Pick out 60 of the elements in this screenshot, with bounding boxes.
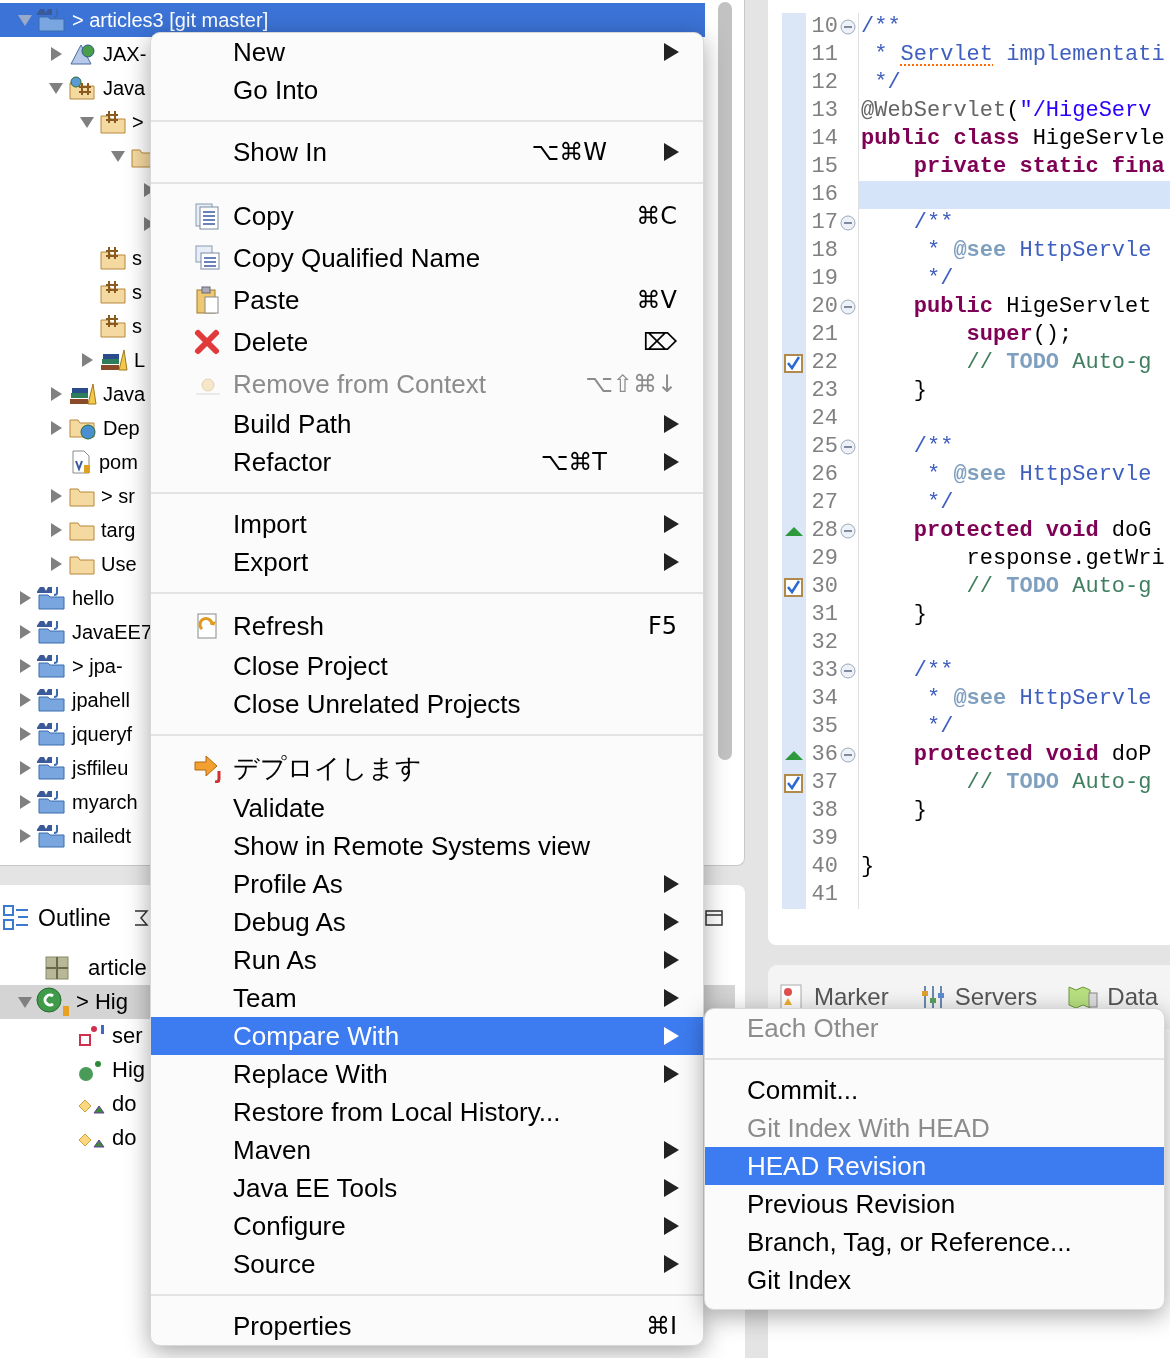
code-line: * @see HttpServle: [926, 464, 1152, 486]
code-line: private static fina: [912, 156, 1165, 178]
line-number: 33: [810, 660, 838, 682]
line-number: 13: [810, 100, 838, 122]
line-number: 37: [810, 772, 838, 794]
line-number: 15: [810, 156, 838, 178]
line-number: 26: [810, 464, 838, 486]
code-line: public class HigeServle: [861, 128, 1165, 150]
code-line: */: [926, 492, 954, 514]
code-line: */: [926, 268, 954, 290]
panel-title: Outline: [38, 903, 111, 933]
code-line: }: [912, 604, 927, 626]
code-line: protected void doG: [912, 520, 1152, 542]
code-line: public HigeServlet: [912, 296, 1152, 318]
code-line: */: [873, 72, 901, 94]
code-line: /**: [912, 212, 954, 234]
code-line: }: [912, 800, 927, 822]
code-line: // TODO Auto-g: [965, 352, 1152, 374]
line-number: 22: [810, 352, 838, 374]
line-number: 23: [810, 380, 838, 402]
line-number: 40: [810, 856, 838, 878]
code-line: /**: [912, 660, 954, 682]
line-number: 32: [810, 632, 838, 654]
line-number: 12: [810, 72, 838, 94]
line-number: 39: [810, 828, 838, 850]
line-number: 18: [810, 240, 838, 262]
code-line: protected void doP: [912, 744, 1152, 766]
line-number: 31: [810, 604, 838, 626]
code-line: /**: [861, 16, 901, 38]
line-number: 34: [810, 688, 838, 710]
code-line: // TODO Auto-g: [965, 772, 1152, 794]
code-line: /**: [912, 436, 954, 458]
code-line: }: [912, 380, 927, 402]
line-number: 41: [810, 884, 838, 906]
line-number: 25: [810, 436, 838, 458]
code-line: */: [926, 716, 954, 738]
code-line: @WebServlet("/HigeServ: [861, 100, 1152, 122]
line-number: 36: [810, 744, 838, 766]
line-number: 10: [810, 16, 838, 38]
line-number: 16: [810, 184, 838, 206]
line-number: 17: [810, 212, 838, 234]
code-line: * Servlet implementati: [873, 44, 1165, 66]
code-line: // TODO Auto-g: [965, 576, 1152, 598]
line-number: 38: [810, 800, 838, 822]
line-number: 20: [810, 296, 838, 318]
line-number: 35: [810, 716, 838, 738]
code-line: super();: [965, 324, 1073, 346]
code-line: * @see HttpServle: [926, 240, 1152, 262]
line-number: 29: [810, 548, 838, 570]
line-number: 28: [810, 520, 838, 542]
code-line: response.getWri: [965, 548, 1165, 570]
line-number: 19: [810, 268, 838, 290]
line-number: 27: [810, 492, 838, 514]
line-number: 11: [810, 44, 838, 66]
line-number: 21: [810, 324, 838, 346]
line-number: 30: [810, 576, 838, 598]
line-number: 14: [810, 128, 838, 150]
line-number: 24: [810, 408, 838, 430]
code-line: * @see HttpServle: [926, 688, 1152, 710]
code-line: }: [861, 856, 875, 878]
